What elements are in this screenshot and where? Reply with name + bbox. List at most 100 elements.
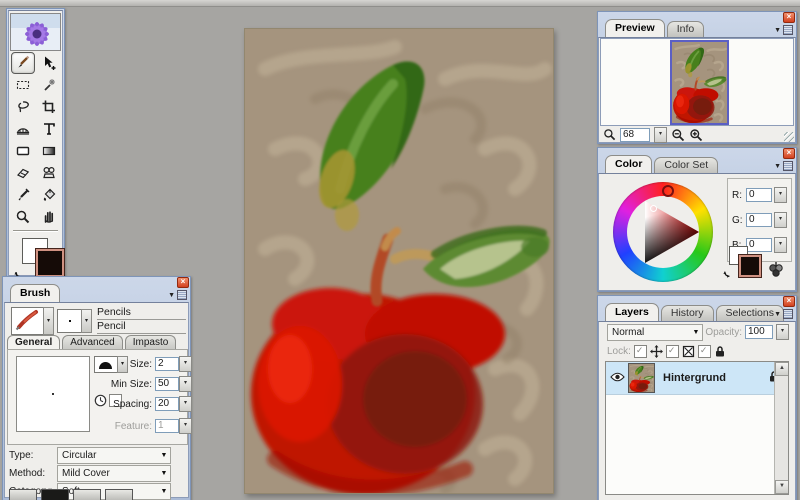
brush-variant-dropdown[interactable] bbox=[81, 309, 92, 333]
resize-grip[interactable] bbox=[784, 132, 794, 142]
zoom-out-icon[interactable] bbox=[671, 128, 685, 142]
method-value: Mild Cover bbox=[62, 468, 110, 479]
lasso-tool[interactable] bbox=[11, 96, 35, 118]
tab-layers[interactable]: Layers bbox=[605, 303, 659, 321]
painting-canvas[interactable] bbox=[244, 28, 554, 494]
panel-menu-button[interactable] bbox=[774, 25, 793, 35]
eye-icon bbox=[609, 372, 625, 381]
menu-arrow-icon bbox=[774, 27, 781, 34]
panel-menu-button[interactable] bbox=[774, 161, 793, 171]
tab-general[interactable]: General bbox=[7, 335, 61, 350]
chevron-down-icon bbox=[690, 329, 702, 336]
spacing-spinner[interactable] bbox=[179, 396, 192, 412]
tab-advanced[interactable]: Advanced bbox=[62, 335, 123, 350]
move-tool[interactable] bbox=[37, 52, 61, 74]
method-combo[interactable]: Mild Cover bbox=[57, 465, 171, 482]
lock-position-checkbox[interactable] bbox=[633, 344, 647, 358]
layer-row[interactable]: Hintergrund bbox=[606, 362, 788, 395]
tab-history[interactable]: History bbox=[660, 305, 714, 321]
tab-impasto[interactable]: Impasto bbox=[124, 335, 177, 350]
type-label: Type: bbox=[9, 450, 34, 461]
clone-tool[interactable] bbox=[37, 162, 61, 184]
opacity-spinner[interactable] bbox=[776, 324, 789, 340]
tab-info[interactable]: Info bbox=[666, 21, 705, 37]
panel-menu-button[interactable] bbox=[774, 309, 793, 319]
opacity-field[interactable]: 100 bbox=[745, 325, 773, 339]
triangle-marker-icon[interactable] bbox=[650, 205, 657, 212]
text-tool[interactable] bbox=[37, 118, 61, 140]
size-field[interactable]: 2 bbox=[155, 357, 179, 371]
tool-palette bbox=[6, 8, 65, 302]
tab-brush[interactable]: Brush bbox=[10, 284, 61, 302]
green-label: G: bbox=[732, 214, 743, 226]
blend-mode-combo[interactable]: Normal bbox=[607, 324, 703, 341]
spacing-label: Spacing: bbox=[113, 398, 152, 410]
scroll-down-icon[interactable] bbox=[775, 480, 788, 494]
layer-list-scrollbar[interactable] bbox=[774, 362, 788, 494]
hand-icon bbox=[44, 211, 53, 223]
green-field[interactable]: 0 bbox=[746, 213, 772, 227]
magic-wand-tool[interactable] bbox=[37, 74, 61, 96]
opacity-label: Opacity: bbox=[705, 326, 742, 338]
move-lock-icon bbox=[649, 344, 663, 358]
tab-color-set[interactable]: Color Set bbox=[654, 157, 719, 173]
tab-preview[interactable]: Preview bbox=[605, 19, 665, 37]
zoom-spinner[interactable] bbox=[654, 126, 667, 143]
eraser-tool[interactable] bbox=[11, 162, 35, 184]
pixel-lock-icon bbox=[682, 345, 695, 357]
color-set-icon[interactable] bbox=[767, 260, 785, 280]
zoom-percentage-field[interactable]: 68 bbox=[620, 127, 650, 142]
fill-tool[interactable] bbox=[37, 184, 61, 206]
green-spinner[interactable] bbox=[774, 212, 787, 228]
gradient-tool[interactable] bbox=[37, 140, 61, 162]
min-size-field[interactable]: 50 bbox=[155, 377, 179, 391]
red-field[interactable]: 0 bbox=[746, 188, 772, 202]
background-color-swatch[interactable] bbox=[35, 248, 65, 278]
color-panel: Color Color Set bbox=[597, 147, 797, 292]
swap-colors-icon[interactable] bbox=[723, 268, 734, 279]
shape-tool[interactable] bbox=[11, 140, 35, 162]
dome-grid-icon bbox=[16, 128, 29, 135]
panel-menu-button[interactable] bbox=[168, 290, 187, 300]
hand-tool[interactable] bbox=[37, 206, 61, 228]
dome-grid-tool[interactable] bbox=[11, 118, 35, 140]
tab-color[interactable]: Color bbox=[605, 155, 653, 173]
padlock-icon bbox=[715, 345, 724, 356]
brush-preset-button[interactable] bbox=[11, 307, 45, 335]
clone-stamp-icon bbox=[42, 166, 55, 179]
size-spinner[interactable] bbox=[179, 356, 192, 372]
color-wheel[interactable] bbox=[613, 182, 713, 282]
min-size-spinner[interactable] bbox=[179, 376, 192, 392]
hue-marker-icon[interactable] bbox=[662, 185, 674, 197]
brush-variant-button[interactable] bbox=[57, 309, 83, 333]
timer-icon bbox=[94, 394, 107, 407]
layer-list: Hintergrund bbox=[605, 361, 789, 495]
brush-tool[interactable] bbox=[10, 52, 35, 74]
layers-panel: Layers History Selections Normal Opacity… bbox=[597, 295, 797, 500]
feature-spinner bbox=[179, 418, 192, 434]
lasso-icon bbox=[17, 101, 29, 113]
hue-ring[interactable] bbox=[613, 182, 713, 282]
zoom-tool[interactable] bbox=[11, 206, 35, 228]
saturation-triangle[interactable] bbox=[613, 182, 713, 282]
toolbar-separator bbox=[13, 230, 58, 232]
eyedropper-tool[interactable] bbox=[11, 184, 35, 206]
brush-preset-dropdown[interactable] bbox=[43, 307, 54, 335]
visibility-toggle[interactable] bbox=[606, 372, 628, 385]
lock-pixels-checkbox[interactable] bbox=[665, 344, 679, 358]
brush-preset-family[interactable]: Pencils bbox=[97, 306, 186, 320]
lock-all-checkbox[interactable] bbox=[697, 344, 711, 358]
red-spinner[interactable] bbox=[774, 187, 787, 203]
type-combo[interactable]: Circular bbox=[57, 447, 171, 464]
scroll-up-icon[interactable] bbox=[775, 362, 788, 376]
crop-tool[interactable] bbox=[37, 96, 61, 118]
rect-select-tool[interactable] bbox=[11, 74, 35, 96]
magnifier-icon bbox=[16, 210, 29, 224]
background-color-swatch[interactable] bbox=[738, 254, 762, 278]
brush-tip-preview bbox=[16, 356, 90, 432]
zoom-in-icon[interactable] bbox=[689, 128, 703, 142]
chevron-down-icon bbox=[158, 470, 170, 477]
cutoff-stroke-buttons bbox=[9, 489, 133, 500]
brush-preset-name[interactable]: Pencil bbox=[97, 320, 186, 334]
spacing-field[interactable]: 20 bbox=[155, 397, 179, 411]
